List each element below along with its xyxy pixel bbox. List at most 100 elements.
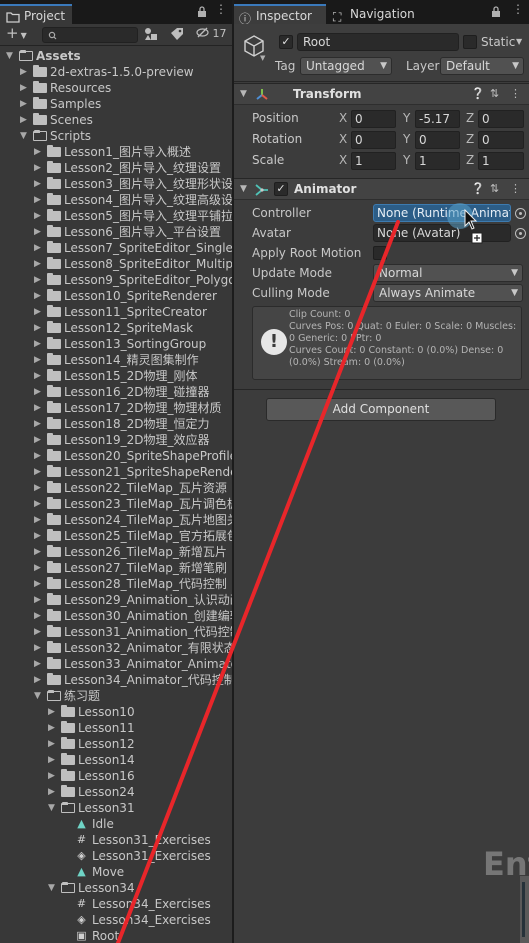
tree-item[interactable]: ▶ Lesson31_Animation_代码控制 — [0, 624, 232, 640]
inspector-kebab-menu-icon[interactable]: ⋮ — [512, 2, 524, 16]
update-mode-dropdown[interactable]: Normal ▼ — [373, 264, 523, 282]
help-icon[interactable]: ❔ — [471, 87, 485, 100]
number-field-x[interactable]: 0 — [351, 110, 396, 128]
tree-item[interactable]: ▶ Lesson13_SortingGroup — [0, 336, 232, 352]
tab-navigation[interactable]: ⛶ Navigation — [328, 4, 428, 24]
tree-item[interactable]: ▶ Samples — [0, 96, 232, 112]
tree-item[interactable]: ▶ 2d-extras-1.5.0-preview — [0, 64, 232, 80]
tree-item[interactable]: ▶ Lesson11 — [0, 720, 232, 736]
axis-label-y[interactable]: Y — [403, 153, 410, 167]
tree-item[interactable]: # Lesson31_Exercises — [0, 832, 232, 848]
expand-right-icon[interactable]: ▶ — [20, 112, 30, 128]
expand-right-icon[interactable]: ▶ — [34, 656, 44, 672]
tree-item[interactable]: ▼ Scripts — [0, 128, 232, 144]
tree-item[interactable]: ▶ Lesson24_TileMap_瓦片地图关 — [0, 512, 232, 528]
axis-label-y[interactable]: Y — [403, 132, 410, 146]
expand-right-icon[interactable]: ▶ — [34, 464, 44, 480]
expand-right-icon[interactable]: ▶ — [34, 512, 44, 528]
tree-item[interactable]: # Lesson34_Exercises — [0, 896, 232, 912]
context-menu-icon[interactable]: ⋮ — [510, 182, 521, 195]
tree-item[interactable]: ▶ Lesson7_SpriteEditor_Single图 — [0, 240, 232, 256]
expand-right-icon[interactable]: ▶ — [34, 560, 44, 576]
expand-right-icon[interactable]: ▶ — [34, 576, 44, 592]
axis-label-z[interactable]: Z — [466, 132, 474, 146]
transform-header[interactable]: ▼ Transform ❔ ⇅ ⋮ — [234, 83, 529, 105]
expand-right-icon[interactable]: ▶ — [34, 544, 44, 560]
tree-item[interactable]: ▶ Lesson20_SpriteShapeProfile — [0, 448, 232, 464]
axis-label-z[interactable]: Z — [466, 111, 474, 125]
kebab-menu-icon[interactable]: ⋮ — [215, 2, 227, 16]
add-asset-button[interactable]: + ▼ — [6, 24, 27, 42]
tab-project[interactable]: Project — [0, 4, 72, 24]
expand-right-icon[interactable]: ▶ — [34, 288, 44, 304]
number-field-z[interactable]: 1 — [478, 152, 524, 170]
tree-item[interactable]: ▶ Resources — [0, 80, 232, 96]
tree-item[interactable]: ▶ Lesson22_TileMap_瓦片资源 — [0, 480, 232, 496]
tree-item[interactable]: ▶ Lesson4_图片导入_纹理高级设 — [0, 192, 232, 208]
expand-right-icon[interactable]: ▶ — [34, 624, 44, 640]
tree-item[interactable]: ◈ Lesson31_Exercises — [0, 848, 232, 864]
tree-item[interactable]: ▶ Lesson21_SpriteShapeRender — [0, 464, 232, 480]
expand-right-icon[interactable]: ▶ — [34, 192, 44, 208]
expand-down-icon[interactable]: ▼ — [48, 880, 58, 896]
number-field-y[interactable]: -5.17 — [415, 110, 460, 128]
tree-item[interactable]: ▼ 练习题 — [0, 688, 232, 704]
expand-right-icon[interactable]: ▶ — [34, 320, 44, 336]
expand-down-icon[interactable]: ▼ — [48, 800, 58, 816]
expand-right-icon[interactable]: ▶ — [34, 592, 44, 608]
tag-dropdown[interactable]: Untagged ▼ — [300, 57, 392, 75]
tree-item[interactable]: ▶ Lesson23_TileMap_瓦片调色板 — [0, 496, 232, 512]
apply-root-motion-checkbox[interactable] — [373, 246, 387, 260]
tree-item[interactable]: ▶ Lesson27_TileMap_新增笔刷 — [0, 560, 232, 576]
tree-item[interactable]: ▶ Lesson19_2D物理_效应器 — [0, 432, 232, 448]
search-input[interactable] — [42, 27, 138, 43]
expand-right-icon[interactable]: ▶ — [34, 416, 44, 432]
expand-right-icon[interactable]: ▶ — [34, 608, 44, 624]
icon-dropdown-chevron-icon[interactable]: ▼ — [260, 54, 265, 62]
tree-item[interactable]: ▶ Lesson33_Animator_Animator — [0, 656, 232, 672]
number-field-x[interactable]: 0 — [351, 131, 396, 149]
tree-item[interactable]: ▶ Lesson10 — [0, 704, 232, 720]
tree-item[interactable]: ▶ Lesson29_Animation_认识动画 — [0, 592, 232, 608]
static-checkbox[interactable] — [463, 35, 477, 49]
axis-label-x[interactable]: X — [339, 153, 347, 167]
tree-item[interactable]: ▶ Lesson14_精灵图集制作 — [0, 352, 232, 368]
tree-item[interactable]: ◈ Lesson34_Exercises — [0, 912, 232, 928]
expand-right-icon[interactable]: ▶ — [34, 448, 44, 464]
tree-item[interactable]: ▣ Root — [0, 928, 232, 943]
expand-right-icon[interactable]: ▶ — [34, 496, 44, 512]
axis-label-y[interactable]: Y — [403, 111, 410, 125]
tree-item[interactable]: ▶ Lesson32_Animator_有限状态机 — [0, 640, 232, 656]
tree-item[interactable]: ▶ Lesson28_TileMap_代码控制 — [0, 576, 232, 592]
expand-right-icon[interactable]: ▶ — [34, 144, 44, 160]
search-by-type-icon[interactable] — [144, 27, 158, 44]
tree-item[interactable]: ▶ Lesson2_图片导入_纹理设置 — [0, 160, 232, 176]
tree-item[interactable]: ▶ Lesson16 — [0, 768, 232, 784]
tree-item[interactable]: ▼ Assets — [0, 48, 232, 64]
expand-right-icon[interactable]: ▶ — [48, 720, 58, 736]
expand-right-icon[interactable]: ▶ — [34, 224, 44, 240]
expand-right-icon[interactable]: ▶ — [34, 256, 44, 272]
expand-right-icon[interactable]: ▶ — [34, 336, 44, 352]
layer-dropdown[interactable]: Default ▼ — [440, 57, 524, 75]
tree-item[interactable]: ▲ Idle — [0, 816, 232, 832]
expand-right-icon[interactable]: ▶ — [34, 352, 44, 368]
search-by-label-icon[interactable] — [170, 27, 184, 44]
tree-item[interactable]: ▶ Lesson11_SpriteCreator — [0, 304, 232, 320]
animator-header[interactable]: ▼ ✓ Animator ❔ ⇅ ⋮ — [234, 178, 529, 200]
static-dropdown-chevron-icon[interactable]: ▼ — [516, 37, 522, 46]
number-field-z[interactable]: 0 — [478, 110, 524, 128]
axis-label-z[interactable]: Z — [466, 153, 474, 167]
tree-item[interactable]: ▶ Lesson9_SpriteEditor_Polygon — [0, 272, 232, 288]
expand-down-icon[interactable]: ▼ — [34, 688, 44, 704]
culling-mode-dropdown[interactable]: Always Animate ▼ — [373, 284, 523, 302]
tree-item[interactable]: ▶ Lesson24 — [0, 784, 232, 800]
inspector-lock-icon[interactable] — [491, 6, 501, 20]
expand-right-icon[interactable]: ▶ — [34, 384, 44, 400]
axis-label-x[interactable]: X — [339, 132, 347, 146]
add-component-button[interactable]: Add Component — [266, 398, 496, 421]
expand-right-icon[interactable]: ▶ — [34, 176, 44, 192]
expand-right-icon[interactable]: ▶ — [34, 240, 44, 256]
tree-item[interactable]: ▶ Lesson6_图片导入_平台设置 — [0, 224, 232, 240]
tab-inspector[interactable]: ⓘ Inspector — [234, 4, 326, 26]
